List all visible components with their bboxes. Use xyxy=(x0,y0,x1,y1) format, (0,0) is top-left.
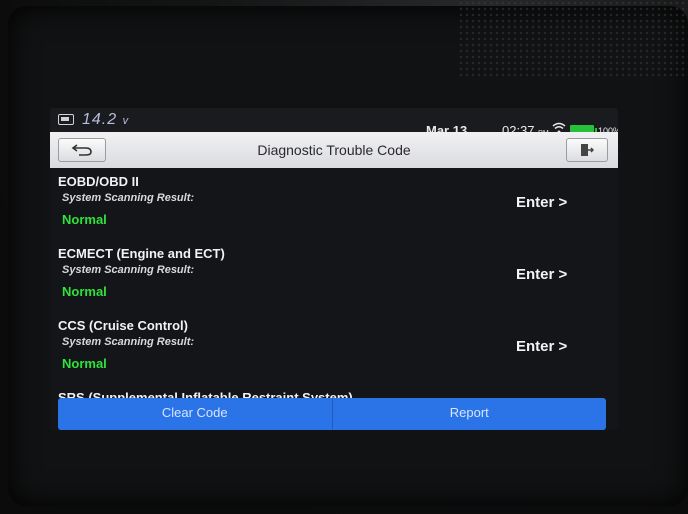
scan-status: Normal xyxy=(62,356,107,371)
list-item-ccs[interactable]: CCS (Cruise Control) System Scanning Res… xyxy=(50,312,618,384)
clear-code-button[interactable]: Clear Code xyxy=(58,398,333,430)
scan-status: Normal xyxy=(62,212,107,227)
voltage-readout: 14.2 v xyxy=(82,111,130,128)
enter-button[interactable]: Enter > xyxy=(516,266,567,283)
enter-button[interactable]: Enter > xyxy=(516,338,567,355)
device-texture xyxy=(458,0,688,80)
status-bar: 14.2 v Mar 13 02:37 PM 100% xyxy=(50,108,618,138)
exit-button[interactable] xyxy=(566,138,608,162)
list-item-ecmect[interactable]: ECMECT (Engine and ECT) System Scanning … xyxy=(50,240,618,312)
system-name: ECMECT (Engine and ECT) xyxy=(58,246,225,261)
scan-result-label: System Scanning Result: xyxy=(62,336,195,348)
scan-result-label: System Scanning Result: xyxy=(62,264,195,276)
action-bar: Clear Code Report xyxy=(58,398,606,430)
exit-icon xyxy=(581,144,594,156)
enter-button[interactable]: Enter > xyxy=(516,194,567,211)
title-bar: Diagnostic Trouble Code xyxy=(50,132,618,168)
back-button[interactable] xyxy=(58,138,106,162)
back-arrow-icon xyxy=(71,144,92,156)
system-name: CCS (Cruise Control) xyxy=(58,318,188,333)
system-name: EOBD/OBD II xyxy=(58,174,139,189)
system-list: EOBD/OBD II System Scanning Result: Norm… xyxy=(50,168,618,400)
scan-result-label: System Scanning Result: xyxy=(62,192,195,204)
page-title: Diagnostic Trouble Code xyxy=(257,142,411,158)
vehicle-battery-icon xyxy=(58,114,74,125)
list-item-eobd[interactable]: EOBD/OBD II System Scanning Result: Norm… xyxy=(50,168,618,240)
device-screen: 14.2 v Mar 13 02:37 PM 100% Diagnostic T… xyxy=(50,108,618,430)
report-button[interactable]: Report xyxy=(333,398,607,430)
scan-status: Normal xyxy=(62,284,107,299)
